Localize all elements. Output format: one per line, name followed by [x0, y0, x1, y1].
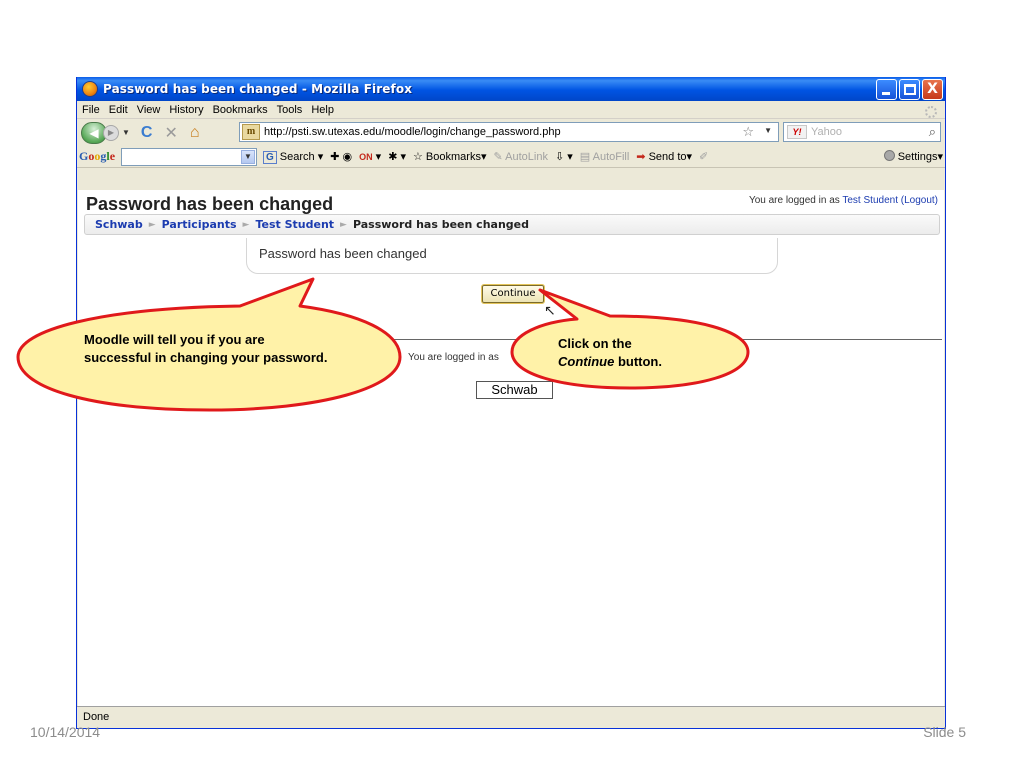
puzzle-icon[interactable]: ✱ ▾	[388, 150, 406, 163]
slide-number: Slide 5	[923, 724, 966, 740]
menu-edit[interactable]: Edit	[109, 104, 128, 116]
settings-button[interactable]: Settings▾	[883, 150, 943, 163]
search-bar[interactable]: Y! Yahoo ⌕	[783, 122, 941, 142]
window-title: Password has been changed - Mozilla Fire…	[103, 82, 413, 96]
back-arrow-icon: ◀	[89, 125, 99, 140]
slide: Password has been changed - Mozilla Fire…	[0, 0, 1024, 768]
page-title: Password has been changed	[86, 194, 334, 214]
gear-icon	[883, 150, 895, 161]
breadcrumb-current: Password has been changed	[352, 218, 529, 231]
google-toolbar: Google ▼ G Search ▾ ✚ ◉ ON ▾ ✱ ▾ ☆ Bookma…	[77, 146, 945, 168]
home-icon[interactable]: ⌂	[190, 124, 200, 142]
slide-date: 10/14/2014	[30, 724, 101, 740]
autofill-button[interactable]: ▤ AutoFill	[580, 150, 630, 163]
reload-icon[interactable]: C	[141, 124, 153, 142]
breadcrumb-separator-icon: ►	[148, 219, 156, 230]
url-bar[interactable]: m http://psti.sw.utexas.edu/moodle/login…	[239, 122, 779, 142]
google-bookmarks-button[interactable]: ☆ Bookmarks▾	[413, 150, 487, 163]
logout-link[interactable]: (Logout)	[901, 195, 938, 206]
download-icon[interactable]: ⇩ ▾	[555, 150, 573, 163]
navigation-toolbar: ◀ ▶ ▼ C ✕ ⌂ m http://psti.sw.utexas.edu/…	[77, 119, 945, 146]
page-content: Password has been changed You are logged…	[78, 190, 944, 706]
popup-blocker-icon[interactable]: ON ▾	[359, 150, 381, 163]
forward-arrow-icon: ▶	[107, 127, 115, 137]
breadcrumb: Schwab ► Participants ► Test Student ► P…	[84, 214, 940, 235]
login-info: You are logged in as Test Student (Logou…	[748, 195, 938, 206]
menu-bookmarks[interactable]: Bookmarks	[213, 104, 268, 116]
continue-button[interactable]: Continue	[481, 284, 545, 304]
status-bar: Done	[77, 706, 945, 728]
close-icon: X	[927, 81, 938, 97]
site-favicon-icon: m	[242, 124, 260, 140]
mouse-cursor-icon: ↖	[544, 302, 556, 318]
minimize-button[interactable]	[876, 79, 897, 100]
menu-file[interactable]: File	[82, 104, 100, 116]
menu-tools[interactable]: Tools	[277, 104, 303, 116]
window-controls: X	[876, 79, 943, 100]
forward-button[interactable]: ▶	[103, 124, 119, 141]
autolink-button[interactable]: ✎ AutoLink	[493, 150, 547, 163]
firefox-window: Password has been changed - Mozilla Fire…	[76, 77, 946, 729]
breadcrumb-separator-icon: ►	[242, 219, 250, 230]
maximize-button[interactable]	[899, 79, 920, 100]
google-tools-icons[interactable]: ✚ ◉	[330, 150, 352, 163]
google-search-input[interactable]: ▼	[121, 147, 258, 166]
breadcrumb-test-student[interactable]: Test Student	[255, 218, 334, 231]
url-text[interactable]: http://psti.sw.utexas.edu/moodle/login/c…	[264, 126, 561, 138]
google-search-button[interactable]: G Search ▾	[263, 150, 323, 164]
yahoo-engine-icon[interactable]: Y!	[787, 125, 807, 139]
minimize-icon	[882, 92, 890, 95]
history-dropdown-icon[interactable]: ▼	[122, 128, 130, 137]
menu-help[interactable]: Help	[311, 104, 334, 116]
bookmark-star-icon[interactable]: ☆	[742, 124, 754, 140]
pencil-icon[interactable]: ✐	[699, 150, 708, 163]
breadcrumb-separator-icon: ►	[340, 219, 347, 230]
firefox-icon	[82, 81, 98, 97]
course-home-button[interactable]: Schwab	[476, 381, 553, 399]
left-callout-text: Moodle will tell you if you are successf…	[84, 332, 328, 365]
status-text: Done	[83, 711, 110, 723]
stop-icon[interactable]: ✕	[164, 123, 177, 143]
title-bar[interactable]: Password has been changed - Mozilla Fire…	[77, 77, 945, 101]
user-name-link[interactable]: Test Student	[842, 195, 898, 206]
menu-view[interactable]: View	[137, 104, 161, 116]
url-dropdown-icon[interactable]: ▼	[764, 126, 772, 135]
google-g-icon: G	[263, 150, 277, 164]
breadcrumb-participants[interactable]: Participants	[162, 218, 237, 231]
footer-login-info: You are logged in as	[408, 352, 499, 363]
google-dropdown-icon[interactable]: ▼	[241, 149, 256, 164]
throbber-icon	[925, 106, 937, 118]
send-to-button[interactable]: ➡ Send to▾	[636, 150, 692, 163]
search-icon[interactable]: ⌕	[929, 124, 936, 140]
menu-bar: File Edit View History Bookmarks Tools H…	[77, 101, 945, 119]
maximize-icon	[904, 84, 916, 95]
breadcrumb-schwab[interactable]: Schwab	[95, 218, 143, 231]
notice-message: Password has been changed	[259, 246, 427, 261]
google-logo: Google	[79, 149, 116, 163]
close-button[interactable]: X	[922, 79, 943, 100]
search-input[interactable]: Yahoo	[811, 126, 842, 138]
right-callout-text: Click on the Continue button.	[558, 336, 662, 369]
menu-history[interactable]: History	[169, 104, 203, 116]
notice-box: Password has been changed	[246, 238, 778, 274]
send-to-icon: ➡	[636, 151, 646, 163]
bookmark-star-icon: ☆	[412, 151, 423, 163]
